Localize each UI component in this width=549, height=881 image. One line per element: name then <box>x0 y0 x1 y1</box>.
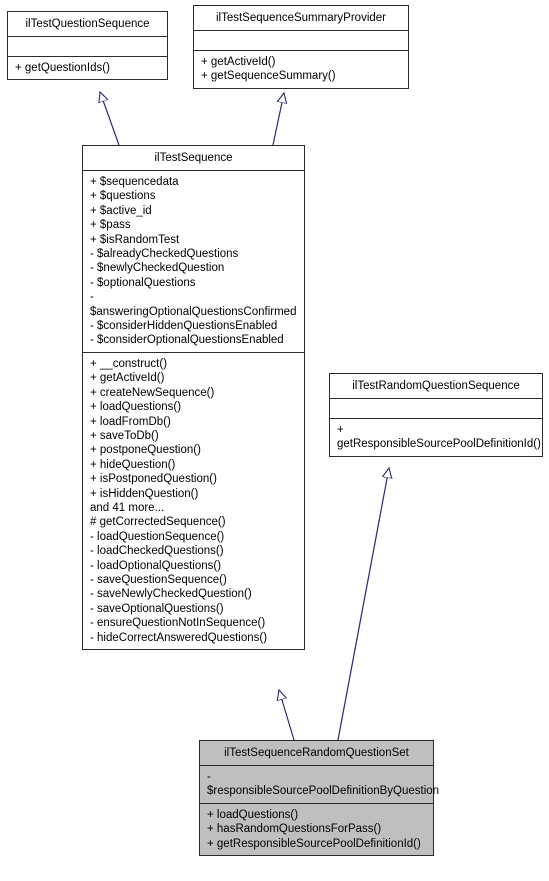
class-box-iltestsequence[interactable]: ilTestSequence + $sequencedata + $questi… <box>82 145 305 650</box>
class-box-iltestsequencesummaryprovider[interactable]: ilTestSequenceSummaryProvider + getActiv… <box>193 5 409 89</box>
class-attributes-iltestrandomquestionsequence <box>330 399 542 419</box>
class-methods-iltestsequencerandomquestionset: + loadQuestions() + hasRandomQuestionsFo… <box>200 804 433 855</box>
class-member: + $questions <box>90 190 156 203</box>
class-member: - $newlyCheckedQuestion <box>90 262 225 275</box>
class-methods-iltestquestionsequence: + getQuestionIds() <box>8 57 167 79</box>
class-attributes-iltestsequencerandomquestionset: - $responsibleSourcePoolDefinitionByQues… <box>200 766 440 804</box>
class-title-iltestrandomquestionsequence: ilTestRandomQuestionSequence <box>330 374 542 399</box>
class-methods-iltestsequence: + __construct() + getActiveId() + create… <box>83 353 304 649</box>
edge-randomquestionset-to-iltestrandomquestionsequence <box>337 468 389 741</box>
class-member: - ensureQuestionNotInSequence() <box>90 617 266 630</box>
class-attributes-iltestsequence: + $sequencedata + $questions + $active_i… <box>83 171 304 353</box>
class-member: - $alreadyCheckedQuestions <box>90 248 239 261</box>
uml-class-diagram: ilTestQuestionSequence + getQuestionIds(… <box>0 0 549 881</box>
class-member: - loadCheckedQuestions() <box>90 545 224 558</box>
class-member: - loadQuestionSequence() <box>90 530 225 543</box>
class-title-iltestsequence: ilTestSequence <box>83 146 304 171</box>
class-box-iltestquestionsequence[interactable]: ilTestQuestionSequence + getQuestionIds(… <box>7 11 168 81</box>
class-member: - $considerOptionalQuestionsEnabled <box>90 334 284 347</box>
class-member: - $optionalQuestions <box>90 276 196 289</box>
class-member: + saveToDb() <box>90 429 159 442</box>
class-member: + loadQuestions() <box>207 808 299 821</box>
class-member: + getResponsibleSourcePoolDefinitionId() <box>207 837 421 850</box>
class-member: + hasRandomQuestionsForPass() <box>207 823 382 836</box>
class-member: + $sequencedata <box>90 176 179 188</box>
class-member: - $considerHiddenQuestionsEnabled <box>90 320 278 333</box>
class-member: - loadOptionalQuestions() <box>90 559 222 572</box>
class-member: + $isRandomTest <box>90 233 180 246</box>
class-member: + $pass <box>90 219 131 232</box>
class-member: + loadQuestions() <box>90 401 182 414</box>
class-member: + getResponsibleSourcePoolDefinitionId() <box>337 424 541 451</box>
class-member: + isHiddenQuestion() <box>90 487 199 500</box>
edge-iltestsequence-to-iltestquestionsequence <box>100 92 120 146</box>
class-attributes-iltestquestionsequence <box>8 37 167 57</box>
class-title-iltestquestionsequence: ilTestQuestionSequence <box>8 12 167 37</box>
class-member: + loadFromDb() <box>90 415 171 428</box>
class-box-iltestsequencerandomquestionset[interactable]: ilTestSequenceRandomQuestionSet - $respo… <box>199 740 440 857</box>
class-box-iltestrandomquestionsequence[interactable]: ilTestRandomQuestionSequence + getRespon… <box>329 373 543 457</box>
class-member: + postponeQuestion() <box>90 444 201 457</box>
class-member: - $responsibleSourcePoolDefinitionByQues… <box>207 771 440 798</box>
class-member: + createNewSequence() <box>90 386 215 399</box>
class-member: + getSequenceSummary() <box>201 70 336 83</box>
edge-randomquestionset-to-iltestsequence <box>279 690 295 741</box>
class-member: # getCorrectedSequence() <box>90 516 226 529</box>
class-attributes-iltestsequencesummaryprovider <box>194 31 408 51</box>
class-member: - saveNewlyCheckedQuestion() <box>90 588 252 601</box>
class-title-iltestsequencerandomquestionset: ilTestSequenceRandomQuestionSet <box>200 741 433 766</box>
class-member: + getActiveId() <box>201 56 276 68</box>
edge-iltestsequence-to-iltestsequencesummaryprovider <box>272 93 284 146</box>
class-methods-iltestrandomquestionsequence: + getResponsibleSourcePoolDefinitionId() <box>330 419 542 456</box>
class-member-more: and 41 more... <box>90 501 165 514</box>
class-member: - $answeringOptionalQuestionsConfirmed <box>90 291 297 318</box>
class-member: - saveOptionalQuestions() <box>90 602 224 615</box>
class-member: + __construct() <box>90 357 168 370</box>
class-member: + $active_id <box>90 204 152 217</box>
class-member: - saveQuestionSequence() <box>90 573 227 586</box>
class-methods-iltestsequencesummaryprovider: + getActiveId() + getSequenceSummary() <box>194 51 408 88</box>
class-member: + getActiveId() <box>90 372 165 385</box>
class-member: + hideQuestion() <box>90 458 176 471</box>
class-member: - hideCorrectAnsweredQuestions() <box>90 631 268 644</box>
class-member: + getQuestionIds() <box>15 62 110 74</box>
class-title-iltestsequencesummaryprovider: ilTestSequenceSummaryProvider <box>194 6 408 31</box>
class-member: + isPostponedQuestion() <box>90 473 217 486</box>
